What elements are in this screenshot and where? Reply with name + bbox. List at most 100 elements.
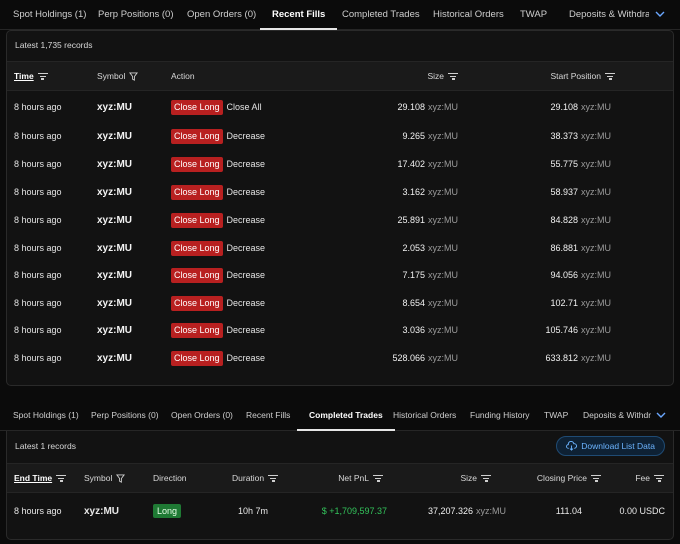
table-row[interactable]: 8 hours ago xyz:MU Close Long Decrease 2.053… (7, 234, 673, 262)
action-label: Decrease (226, 215, 266, 225)
table-row[interactable]: 8 hours ago xyz:MU Close Long Decrease 3.162… (7, 178, 673, 206)
tab-funding-history[interactable]: Funding History (470, 400, 530, 430)
size-cell: 2.053 xyz:MU (402, 243, 458, 253)
header-size[interactable]: Size (427, 62, 458, 90)
start-position-cell: 58.937 xyz:MU (550, 187, 611, 197)
action-label: Decrease (226, 325, 266, 335)
time-cell: 8 hours ago (14, 102, 62, 112)
close-long-badge: Close Long (171, 267, 223, 283)
action-cell: Close Long Decrease (171, 316, 265, 344)
chevron-down-icon[interactable] (655, 0, 665, 29)
symbol-cell[interactable]: xyz:MU (97, 206, 132, 234)
size-cell: 9.265 xyz:MU (402, 131, 458, 141)
net-pnl-cell: $ +1,709,597.37 (321, 506, 387, 516)
symbol-cell[interactable]: xyz:MU (97, 289, 132, 317)
header-closing-price[interactable]: Closing Price (537, 464, 601, 492)
symbol-cell[interactable]: xyz:MU (84, 497, 119, 525)
time-cell: 8 hours ago (14, 187, 62, 197)
tab-deposits-withdrawals[interactable]: Deposits & Withdrawals (583, 400, 651, 430)
symbol-cell[interactable]: xyz:MU (97, 178, 132, 206)
fee-cell: 0.00 USDC (619, 506, 665, 516)
close-long-badge: Close Long (171, 99, 223, 115)
table-row[interactable]: 8 hours ago xyz:MU Close Long Close All 29.1… (7, 93, 673, 121)
symbol-cell[interactable]: xyz:MU (97, 122, 132, 150)
header-symbol[interactable]: Symbol (84, 464, 126, 492)
table-row[interactable]: 8 hours ago xyz:MU Close Long Decrease 25.89… (7, 206, 673, 234)
sort-lines-icon (605, 72, 615, 80)
table-row[interactable]: 8 hours ago xyz:MU Close Long Decrease 7.175… (7, 261, 673, 289)
end-time-cell: 8 hours ago (14, 506, 62, 516)
time-cell: 8 hours ago (14, 298, 62, 308)
sort-lines-icon (448, 72, 458, 80)
tab-open-orders[interactable]: Open Orders (0) (187, 0, 256, 29)
tab-twap[interactable]: TWAP (544, 400, 568, 430)
sort-lines-icon (654, 474, 664, 482)
tab-completed-trades[interactable]: Completed Trades (297, 400, 395, 431)
header-start-position[interactable]: Start Position (550, 62, 615, 90)
header-action: Action (171, 71, 195, 81)
table-row[interactable]: 8 hours ago xyz:MU Close Long Decrease 3.036… (7, 316, 673, 344)
header-net-pnl[interactable]: Net PnL (338, 464, 383, 492)
symbol-cell[interactable]: xyz:MU (97, 344, 132, 372)
symbol-cell[interactable]: xyz:MU (97, 150, 132, 178)
action-label: Decrease (226, 131, 266, 141)
tab-spot-holdings[interactable]: Spot Holdings (1) (13, 0, 86, 29)
size-cell: 8.654 xyz:MU (402, 298, 458, 308)
completed-trades-panel: Latest 1 records Download List Data End … (6, 431, 674, 540)
start-position-cell: 86.881 xyz:MU (550, 243, 611, 253)
tab-perp-positions[interactable]: Perp Positions (0) (91, 400, 159, 430)
close-long-badge: Close Long (171, 240, 223, 256)
size-cell: 29.108 xyz:MU (397, 102, 458, 112)
tab-completed-trades[interactable]: Completed Trades (342, 0, 420, 29)
header-direction: Direction (153, 473, 187, 483)
close-long-badge: Close Long (171, 212, 223, 228)
time-cell: 8 hours ago (14, 131, 62, 141)
header-time[interactable]: Time (14, 62, 48, 90)
header-fee[interactable]: Fee (635, 464, 664, 492)
symbol-cell[interactable]: xyz:MU (97, 261, 132, 289)
symbol-cell[interactable]: xyz:MU (97, 316, 132, 344)
tab-open-orders[interactable]: Open Orders (0) (171, 400, 233, 430)
table-row[interactable]: 8 hours ago xyz:MU Close Long Decrease 8.654… (7, 289, 673, 317)
tab-deposits-withdrawals[interactable]: Deposits & Withdrawals (569, 0, 649, 29)
time-cell: 8 hours ago (14, 243, 62, 253)
size-cell: 528.066 xyz:MU (392, 353, 458, 363)
symbol-cell[interactable]: xyz:MU (97, 234, 132, 262)
tab-perp-positions[interactable]: Perp Positions (0) (98, 0, 174, 29)
table-row[interactable]: 8 hours ago xyz:MU Close Long Decrease 9.265… (7, 122, 673, 150)
header-duration[interactable]: Duration (232, 464, 279, 492)
tab-historical-orders[interactable]: Historical Orders (393, 400, 456, 430)
fills-table-header: Time Symbol Action Size Start Position (7, 61, 673, 91)
table-row[interactable]: 8 hours ago xyz:MU Close Long Decrease 528.0… (7, 344, 673, 372)
action-label: Decrease (226, 298, 266, 308)
table-row[interactable]: 8 hours ago xyz:MU Long 10h 7m $ +1,709,… (7, 497, 673, 525)
close-long-badge: Close Long (171, 128, 223, 144)
size-cell: 3.162 xyz:MU (402, 187, 458, 197)
tab-recent-fills[interactable]: Recent Fills (246, 400, 290, 430)
start-position-cell: 102.71 xyz:MU (550, 298, 611, 308)
table-row[interactable]: 8 hours ago xyz:MU Close Long Decrease 17.40… (7, 150, 673, 178)
symbol-cell[interactable]: xyz:MU (97, 93, 132, 121)
start-position-cell: 633.812 xyz:MU (545, 353, 611, 363)
cloud-download-icon (566, 441, 578, 451)
close-long-badge: Close Long (171, 184, 223, 200)
tab-twap[interactable]: TWAP (520, 0, 547, 29)
download-list-button[interactable]: Download List Data (556, 436, 665, 456)
start-position-cell: 29.108 xyz:MU (550, 102, 611, 112)
action-cell: Close Long Decrease (171, 206, 265, 234)
time-cell: 8 hours ago (14, 270, 62, 280)
trades-table-header: End Time Symbol Direction Duration Net P… (7, 463, 673, 493)
tab-spot-holdings[interactable]: Spot Holdings (1) (13, 400, 79, 430)
tab-historical-orders[interactable]: Historical Orders (433, 0, 504, 29)
action-cell: Close Long Close All (171, 93, 262, 121)
sort-lines-icon (373, 474, 383, 482)
tab-recent-fills[interactable]: Recent Fills (259, 0, 338, 30)
header-size[interactable]: Size (460, 464, 491, 492)
chevron-down-icon[interactable] (656, 400, 666, 430)
header-symbol[interactable]: Symbol (97, 62, 139, 90)
time-cell: 8 hours ago (14, 325, 62, 335)
start-position-cell: 38.373 xyz:MU (550, 131, 611, 141)
action-label: Decrease (226, 243, 266, 253)
header-end-time[interactable]: End Time (14, 464, 67, 492)
sort-lines-icon (56, 474, 67, 482)
